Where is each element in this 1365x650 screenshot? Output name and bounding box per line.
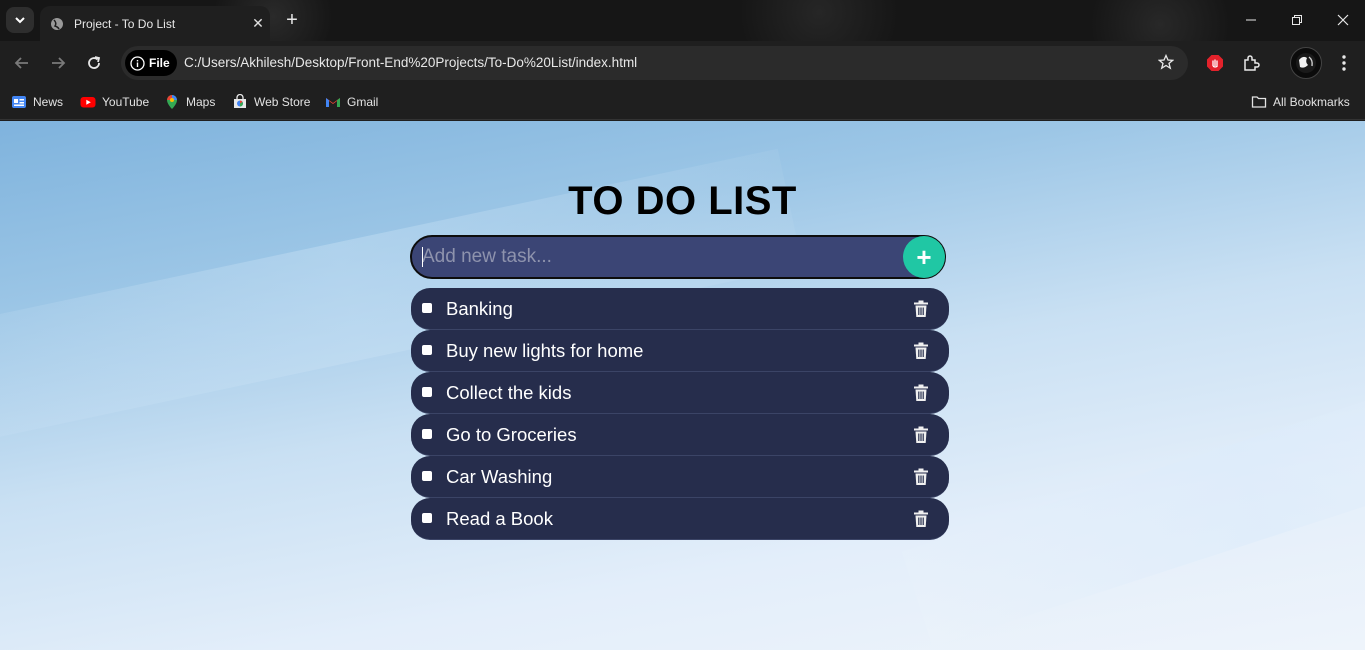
news-icon — [11, 94, 27, 110]
task-item: Go to Groceries — [411, 414, 949, 456]
task-label: Banking — [446, 298, 513, 319]
site-chip-label: File — [149, 56, 170, 70]
browser-toolbar: File C:/Users/Akhilesh/Desktop/Front-End… — [0, 41, 1365, 85]
bookmarks-bar: News YouTube Maps Web Store Gmail All Bo… — [0, 85, 1365, 120]
trash-icon[interactable] — [913, 300, 929, 318]
adblock-extension-icon[interactable] — [1203, 51, 1227, 75]
star-icon[interactable] — [1157, 53, 1175, 75]
back-arrow-icon[interactable] — [10, 51, 34, 75]
all-bookmarks-button[interactable]: All Bookmarks — [1251, 92, 1350, 112]
folder-icon — [1251, 94, 1267, 110]
trash-icon[interactable] — [913, 384, 929, 402]
info-icon — [130, 55, 145, 71]
task-label: Read a Book — [446, 508, 553, 529]
bookmark-maps[interactable]: Maps — [164, 92, 215, 112]
task-checkbox[interactable] — [422, 513, 432, 523]
bookmark-label: Web Store — [254, 95, 311, 109]
task-checkbox[interactable] — [422, 387, 432, 397]
bookmark-youtube[interactable]: YouTube — [80, 92, 149, 112]
new-tab-button[interactable]: + — [282, 9, 302, 31]
globe-icon — [50, 17, 64, 31]
task-label: Buy new lights for home — [446, 340, 644, 361]
task-item: Read a Book — [411, 498, 949, 540]
tab-strip: Project - To Do List ✕ + — [0, 0, 1365, 41]
bookmark-label: Gmail — [347, 95, 379, 109]
close-window-icon[interactable] — [1320, 0, 1365, 40]
task-item: Banking — [411, 288, 949, 330]
address-bar[interactable]: File C:/Users/Akhilesh/Desktop/Front-End… — [121, 46, 1188, 80]
text-cursor — [422, 247, 423, 267]
youtube-icon — [80, 94, 96, 110]
profile-avatar[interactable] — [1290, 47, 1322, 79]
chevron-down-icon — [15, 17, 25, 24]
task-label: Car Washing — [446, 466, 553, 487]
minimize-icon[interactable] — [1228, 0, 1274, 40]
gmail-icon — [325, 94, 341, 110]
background-streak — [901, 335, 1365, 647]
trash-icon[interactable] — [913, 468, 929, 486]
task-list: Banking Buy new lights for home Collect … — [411, 288, 949, 540]
task-item: Buy new lights for home — [411, 330, 949, 372]
task-label: Go to Groceries — [446, 424, 577, 445]
bookmark-label: Maps — [186, 95, 216, 109]
trash-icon[interactable] — [913, 342, 929, 360]
page-title: TO DO LIST — [568, 179, 797, 223]
task-checkbox[interactable] — [422, 303, 432, 313]
extensions-puzzle-icon[interactable] — [1239, 51, 1263, 75]
tab-title: Project - To Do List — [74, 16, 176, 31]
bookmark-news[interactable]: News — [11, 92, 63, 112]
trash-icon[interactable] — [913, 426, 929, 444]
maps-icon — [164, 94, 180, 110]
new-task-form: + — [410, 235, 946, 279]
task-label: Collect the kids — [446, 382, 572, 403]
add-task-button[interactable]: + — [903, 236, 945, 278]
reload-icon[interactable] — [82, 51, 106, 75]
task-item: Collect the kids — [411, 372, 949, 414]
task-item: Car Washing — [411, 456, 949, 498]
url-text[interactable]: C:/Users/Akhilesh/Desktop/Front-End%20Pr… — [184, 55, 637, 70]
task-checkbox[interactable] — [422, 429, 432, 439]
bookmark-gmail[interactable]: Gmail — [325, 92, 378, 112]
task-checkbox[interactable] — [422, 345, 432, 355]
task-checkbox[interactable] — [422, 471, 432, 481]
close-tab-icon[interactable]: ✕ — [246, 15, 270, 32]
forward-arrow-icon[interactable] — [46, 51, 70, 75]
web-store-icon — [232, 94, 248, 110]
tab-search-button[interactable] — [6, 7, 34, 33]
site-info-chip[interactable]: File — [125, 50, 177, 76]
active-tab[interactable]: Project - To Do List ✕ — [40, 6, 270, 41]
all-bookmarks-label: All Bookmarks — [1273, 95, 1350, 109]
trash-icon[interactable] — [913, 510, 929, 528]
restore-icon[interactable] — [1274, 0, 1320, 40]
more-options-icon[interactable] — [1334, 53, 1354, 73]
bookmark-label: News — [33, 95, 64, 109]
avatar-icon — [1296, 53, 1316, 73]
bookmark-label: YouTube — [102, 95, 150, 109]
new-task-input[interactable] — [422, 243, 892, 271]
page-viewport: TO DO LIST + Banking Buy new lights for … — [0, 121, 1365, 650]
bookmark-web-store[interactable]: Web Store — [232, 92, 310, 112]
